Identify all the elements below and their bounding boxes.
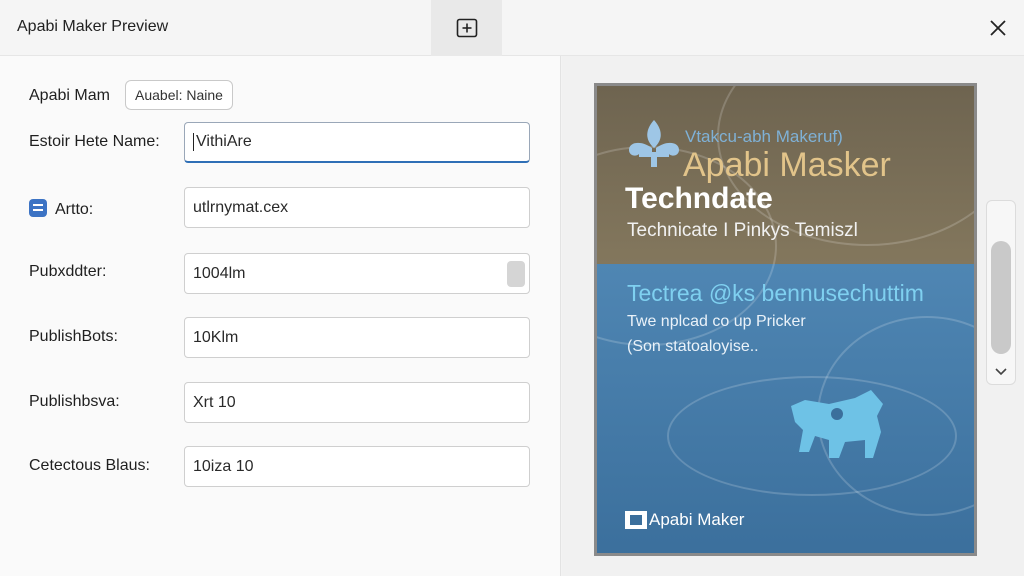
publish-bots-input[interactable]: 10Klm <box>184 317 530 358</box>
name-label: Apabi Mam <box>29 87 110 104</box>
row-label-author: Artto: <box>29 199 93 219</box>
cover-brand: Apabi Maker <box>625 510 744 530</box>
publisher-input[interactable]: 1004lm <box>184 253 530 294</box>
app-list-icon <box>29 199 47 217</box>
row-label-publish-bots: PublishBots: <box>29 328 118 345</box>
title-name-input[interactable]: VithiAre <box>184 122 530 163</box>
cover-big-title: Apabi Masker <box>683 146 891 184</box>
plus-square-icon <box>456 18 477 38</box>
bull-icon <box>791 390 883 458</box>
category-value: 10iza 10 <box>193 457 254 475</box>
close-button[interactable] <box>982 12 1014 44</box>
cover-line-2: (Son statoaloyise.. <box>627 338 759 355</box>
scroll-down-button[interactable] <box>987 361 1015 383</box>
cover-tech-subtitle: Technicate I Pinkys Temiszl <box>627 220 858 241</box>
preview-scrollbar[interactable] <box>986 200 1016 385</box>
cover-tech-title: Techndate <box>625 182 773 215</box>
category-input[interactable]: 10iza 10 <box>184 446 530 487</box>
chevron-down-icon <box>995 368 1007 376</box>
window-title: Apabi Maker Preview <box>17 18 169 35</box>
author-value: utlrnymat.cex <box>193 198 289 216</box>
cover-subtitle: Vtakcu-abh Makeruf) <box>685 127 843 146</box>
title-bar: Apabi Maker Preview <box>0 0 1024 56</box>
row-label-publish-base: Publishbsva: <box>29 393 120 410</box>
metadata-form-panel: Apabi Mam Auabel: Naine Estoir Hete Name… <box>0 56 561 576</box>
name-chip[interactable]: Auabel: Naine <box>125 80 233 110</box>
book-cover-preview: Vtakcu-abh Makeruf) Apabi Masker Technda… <box>594 83 977 556</box>
preview-panel: Vtakcu-abh Makeruf) Apabi Masker Technda… <box>562 56 1024 576</box>
publish-bots-value: 10Klm <box>193 328 239 346</box>
new-tab-button[interactable] <box>431 0 502 56</box>
field-scroll-knob[interactable] <box>507 261 525 287</box>
fleur-de-lis-icon <box>629 120 679 167</box>
cover-brand-text: Apabi Maker <box>649 510 745 529</box>
row-label-category: Cetectous Blaus: <box>29 457 150 474</box>
scrollbar-thumb[interactable] <box>991 241 1011 354</box>
row-label-title-name: Estoir Hete Name: <box>29 133 160 150</box>
publisher-value: 1004lm <box>193 264 246 282</box>
text-caret <box>193 133 194 151</box>
author-label-text: Artto: <box>55 201 94 218</box>
close-icon <box>990 20 1006 36</box>
cover-line-1: Twe nplcad co up Pricker <box>627 313 806 330</box>
publish-base-value: Xrt 10 <box>193 393 236 411</box>
author-input[interactable]: utlrnymat.cex <box>184 187 530 228</box>
brand-logo-icon <box>625 511 647 529</box>
row-label-publisher: Pubxddter: <box>29 263 107 280</box>
cover-heading: Tectrea @ks bennusechuttim <box>627 280 924 306</box>
title-name-value: VithiAre <box>196 133 252 150</box>
publish-base-input[interactable]: Xrt 10 <box>184 382 530 423</box>
